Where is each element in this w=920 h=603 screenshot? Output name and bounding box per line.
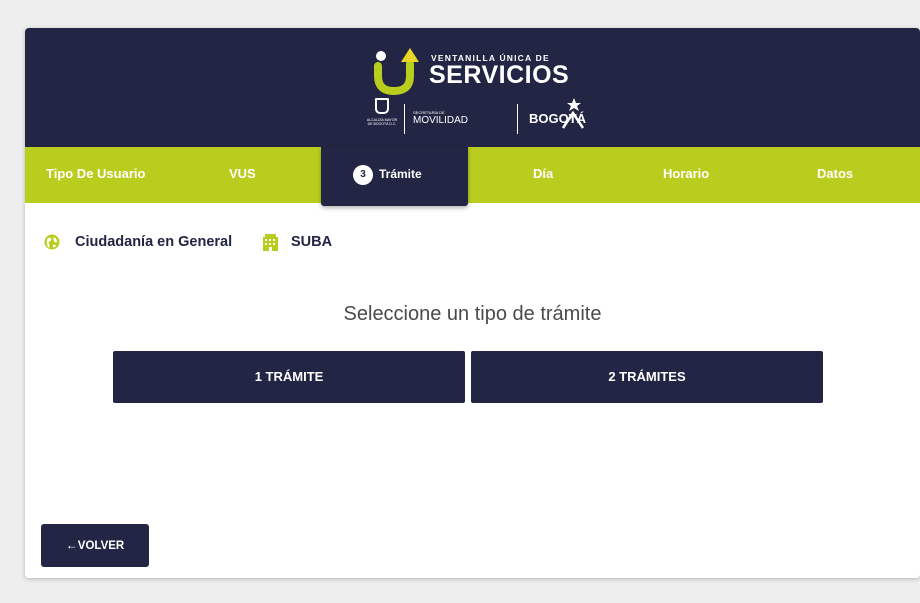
alcaldia-shield-logo: ALCALDÍA MAYOR DE BOGOTÁ D.C.	[365, 96, 399, 138]
shield-icon	[375, 98, 389, 114]
secretaria-name: MOVILIDAD	[413, 115, 469, 126]
step-vus[interactable]: VUS	[229, 166, 256, 181]
two-tramites-button[interactable]: 2 TRÁMITES	[471, 351, 823, 403]
step-datos[interactable]: Datos	[817, 166, 853, 181]
step-active-label: Trámite	[379, 167, 422, 181]
back-button[interactable]: ←VOLVER	[41, 524, 149, 567]
logo-divider	[517, 104, 518, 134]
one-tramite-button[interactable]: 1 TRÁMITE	[113, 351, 465, 403]
logo-divider	[404, 104, 405, 134]
building-icon	[263, 234, 278, 251]
step-tipo-de-usuario[interactable]: Tipo De Usuario	[46, 166, 145, 181]
step-progress-bar: Tipo De Usuario VUS Día Horario Datos	[25, 147, 920, 203]
header: VENTANILLA ÚNICA DE SERVICIOS ALCALDÍA M…	[25, 28, 920, 147]
user-type-label: Ciudadanía en General	[75, 234, 233, 250]
question-heading: Seleccione un tipo de trámite	[343, 303, 602, 325]
arrow-left-icon: ←	[65, 538, 78, 552]
vus-u-arrow-icon	[374, 48, 419, 96]
bogota-star-icon	[561, 98, 585, 129]
appointment-card: VENTANILLA ÚNICA DE SERVICIOS ALCALDÍA M…	[25, 28, 920, 578]
vus-logo: VENTANILLA ÚNICA DE SERVICIOS	[370, 46, 570, 96]
step-dia[interactable]: Día	[533, 166, 553, 181]
alcaldia-caption: ALCALDÍA MAYOR DE BOGOTÁ D.C.	[366, 118, 398, 126]
step-number-badge: 3	[353, 165, 373, 185]
logo-title: SERVICIOS	[429, 61, 570, 89]
step-tramite-active[interactable]: 3 Trámite	[321, 147, 468, 206]
institution-logos: ALCALDÍA MAYOR DE BOGOTÁ D.C. SECRETARÍA…	[365, 96, 586, 138]
step-horario[interactable]: Horario	[663, 166, 709, 181]
location-label: SUBA	[291, 234, 333, 250]
back-button-label: VOLVER	[77, 540, 125, 552]
globe-icon	[44, 234, 60, 250]
